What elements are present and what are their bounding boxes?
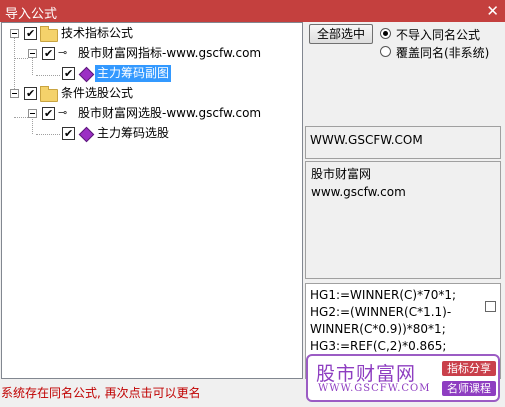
folder-icon: [40, 86, 58, 102]
formula-label[interactable]: 主力筹码副图: [95, 65, 172, 82]
group-label: 技术指标公式: [61, 26, 134, 40]
formula-checkbox[interactable]: [62, 65, 75, 82]
watermark-tag: 名师课程: [442, 381, 496, 396]
formula-label[interactable]: 主力筹码选股: [97, 125, 169, 142]
group-checkbox[interactable]: [24, 85, 37, 102]
tree-node-source-screener[interactable]: ⊸ 股市财富网选股-www.gscfw.com: [2, 105, 302, 122]
code-line: WINNER(C*0.9))*80*1;: [310, 322, 446, 336]
title-bar: 导入公式 ✕: [0, 0, 505, 22]
status-message: 系统存在同名公式, 再次点击可以更名: [1, 386, 201, 400]
key-icon: ⊸: [58, 106, 68, 119]
folder-icon: [40, 26, 58, 42]
window-title: 导入公式: [5, 7, 58, 22]
source-checkbox[interactable]: [42, 45, 55, 62]
description-box: 股市财富网 www.gscfw.com: [305, 161, 501, 279]
source-label: 股市财富网选股-www.gscfw.com: [78, 106, 262, 120]
formula-tree[interactable]: 技术指标公式 ⊸ 股市财富网指标-www.gscfw.com 主力筹码副图 条件…: [1, 22, 303, 379]
description-line: 股市财富网: [311, 167, 372, 181]
formula-icon: [78, 66, 95, 83]
code-line: HG1:=WINNER(C)*70*1;: [310, 288, 457, 302]
collapse-icon[interactable]: [10, 89, 19, 98]
collapse-icon[interactable]: [28, 109, 37, 118]
tree-node-source-indicators[interactable]: ⊸ 股市财富网指标-www.gscfw.com: [2, 45, 302, 62]
group-label: 条件选股公式: [61, 86, 134, 100]
radio-overwrite-label[interactable]: 覆盖同名(非系统): [396, 44, 489, 61]
url-text: WWW.GSCFW.COM: [310, 133, 423, 147]
collapse-icon[interactable]: [28, 49, 37, 58]
code-line: HG2:=(WINNER(C*1.1)-: [310, 305, 452, 319]
formula-icon: [78, 126, 95, 143]
code-checkbox[interactable]: [485, 301, 496, 312]
collapse-icon[interactable]: [10, 29, 19, 38]
group-checkbox[interactable]: [24, 25, 37, 42]
watermark-domain: WWW.GSCFW.COM: [318, 383, 431, 394]
radio-no-import-label[interactable]: 不导入同名公式: [396, 26, 480, 43]
key-icon: ⊸: [58, 46, 68, 59]
url-field: WWW.GSCFW.COM: [305, 126, 501, 159]
watermark-brand: 股市财富网: [316, 363, 417, 385]
radio-overwrite[interactable]: [380, 46, 391, 57]
tree-node-formula[interactable]: 主力筹码副图: [2, 65, 302, 83]
watermark-logo: 股市财富网 WWW.GSCFW.COM 指标分享 名师课程: [306, 354, 500, 402]
select-all-button[interactable]: 全部选中: [309, 24, 373, 44]
description-line: www.gscfw.com: [311, 185, 406, 199]
tree-node-group-indicators[interactable]: 技术指标公式: [2, 25, 302, 42]
tree-node-formula[interactable]: 主力筹码选股: [2, 125, 302, 143]
code-line: HG3:=REF(C,2)*0.865;: [310, 339, 447, 353]
close-icon[interactable]: ✕: [486, 2, 499, 20]
watermark-tag: 指标分享: [442, 361, 496, 376]
source-label: 股市财富网指标-www.gscfw.com: [78, 46, 262, 60]
tree-node-group-screener[interactable]: 条件选股公式: [2, 85, 302, 102]
source-checkbox[interactable]: [42, 105, 55, 122]
formula-checkbox[interactable]: [62, 125, 75, 142]
radio-no-import[interactable]: [380, 28, 391, 39]
